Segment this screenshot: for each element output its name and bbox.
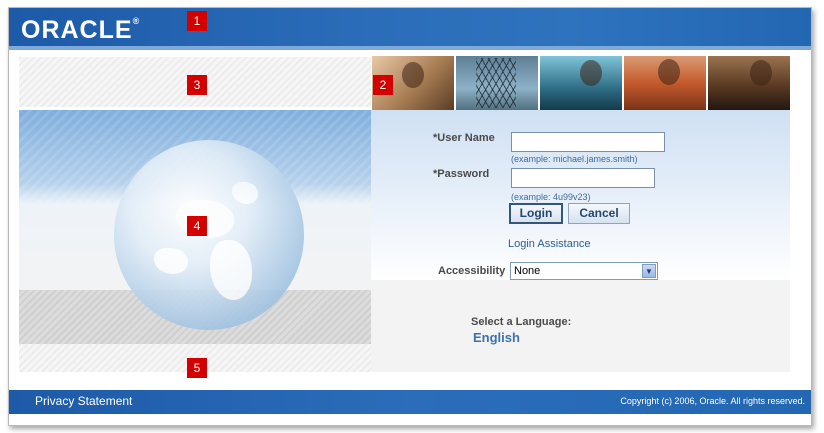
accessibility-selected-value: None (514, 265, 541, 277)
language-panel: Select a Language: English (371, 280, 790, 372)
accessibility-select[interactable]: None ▼ (510, 262, 658, 280)
marker-2: 2 (373, 75, 393, 95)
password-hint: (example: 4u99v23) (511, 192, 591, 202)
copyright-text: Copyright (c) 2006, Oracle. All rights r… (620, 396, 805, 406)
chevron-down-icon[interactable]: ▼ (642, 264, 656, 278)
globe-icon (114, 140, 304, 330)
oracle-logo: ORACLE® (21, 16, 140, 45)
photo-person-3 (624, 56, 706, 110)
login-form: *User Name (example: michael.james.smith… (371, 110, 790, 280)
language-english-link[interactable]: English (473, 330, 520, 345)
footer-bar: Privacy Statement Copyright (c) 2006, Or… (9, 390, 811, 414)
password-input[interactable] (511, 168, 655, 188)
marker-5: 5 (187, 358, 207, 378)
photo-person-2 (540, 56, 622, 110)
username-hint: (example: michael.james.smith) (511, 154, 638, 164)
logo-text: ORACLE (21, 16, 133, 44)
login-assistance-link[interactable]: Login Assistance (508, 238, 591, 250)
username-label: *User Name (433, 132, 495, 144)
privacy-statement-link[interactable]: Privacy Statement (35, 394, 132, 408)
globe-image-panel (19, 110, 371, 372)
accessibility-label: Accessibility (438, 265, 506, 277)
username-input[interactable] (511, 132, 665, 152)
marker-1: 1 (187, 11, 207, 31)
app-window: ORACLE® 1 3 2 4 *User Name (example: mic… (8, 7, 812, 426)
login-button[interactable]: Login (509, 203, 563, 224)
photo-person-4 (708, 56, 790, 110)
header-bar: ORACLE® (9, 8, 811, 50)
select-language-label: Select a Language: (471, 316, 572, 328)
password-label: *Password (433, 168, 490, 180)
photo-strip (372, 56, 790, 110)
marker-4: 4 (187, 216, 207, 236)
photo-tower (456, 56, 538, 110)
cancel-button[interactable]: Cancel (568, 203, 630, 224)
logo-registered-mark: ® (132, 16, 141, 26)
marker-3: 3 (187, 75, 207, 95)
